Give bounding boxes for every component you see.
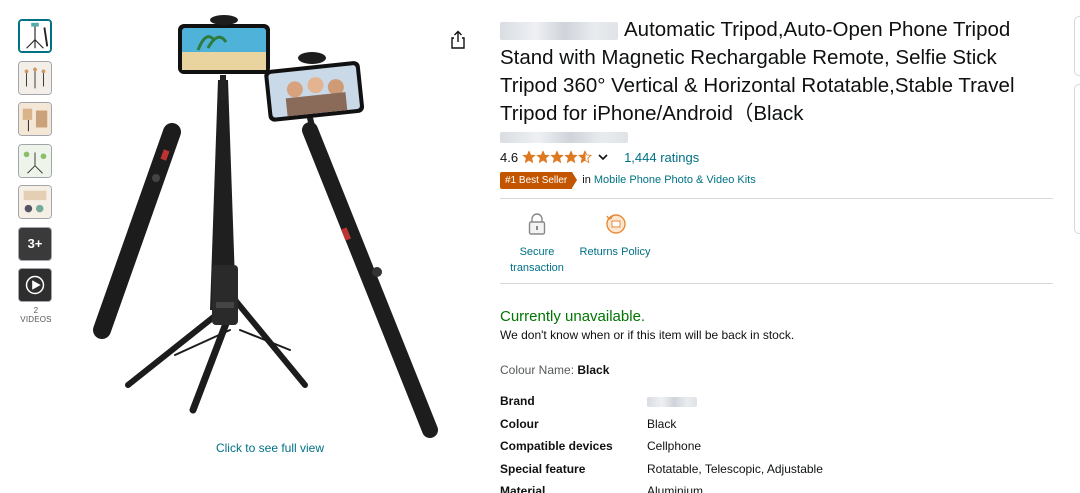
badge-category-link[interactable]: Mobile Phone Photo & Video Kits <box>594 174 756 186</box>
spec-row: Special feature Rotatable, Telescopic, A… <box>500 458 940 481</box>
spec-value <box>647 394 697 408</box>
spec-value: Aluminium <box>647 484 704 493</box>
thumbnail-1[interactable] <box>18 19 52 53</box>
brand-value-redacted <box>647 397 697 408</box>
colour-name: Colour Name: Black <box>500 363 1052 377</box>
spec-row: Compatible devices Cellphone <box>500 435 940 458</box>
share-icon[interactable] <box>449 30 467 50</box>
secure-transaction-label: Secure transaction <box>510 246 564 274</box>
colour-name-label: Colour Name: <box>500 363 575 377</box>
lock-icon <box>528 213 546 235</box>
thumbnail-3[interactable] <box>18 102 52 136</box>
star-rating[interactable] <box>522 150 593 164</box>
badge-category: in Mobile Phone Photo & Video Kits <box>582 174 755 186</box>
spec-value: Rotatable, Telescopic, Adjustable <box>647 461 823 476</box>
spec-key: Compatible devices <box>500 439 613 454</box>
product-title: Automatic Tripod,Auto-Open Phone Tripod … <box>500 16 1052 128</box>
spec-value: Black <box>647 416 677 431</box>
side-panel-edge[interactable] <box>1074 84 1080 234</box>
side-panel-edge[interactable] <box>1074 16 1080 76</box>
star-icon <box>522 150 536 164</box>
spec-key: Brand <box>500 394 535 409</box>
videos-label[interactable]: 2 VIDEOS <box>18 306 54 324</box>
full-view-link[interactable]: Click to see full view <box>180 441 360 455</box>
returns-icon <box>606 214 626 234</box>
brand-name-redacted <box>500 21 618 40</box>
store-link-redacted[interactable] <box>500 132 628 143</box>
thumbnail-more[interactable]: 3+ <box>18 226 52 261</box>
thumbnail-video[interactable] <box>18 268 52 302</box>
returns-policy[interactable]: Returns Policy <box>576 211 654 283</box>
thumbnail-2[interactable] <box>18 60 52 95</box>
star-icon <box>550 150 564 164</box>
star-icon <box>564 150 578 164</box>
returns-policy-label: Returns Policy <box>579 246 651 258</box>
more-images-label: 3+ <box>27 236 43 251</box>
spec-table: Brand Colour Black Compatible devices Ce… <box>500 390 940 493</box>
rating-row: 4.6 1,444 ratings <box>500 148 1052 166</box>
trust-badges: Secure transaction Returns Policy <box>500 199 1052 283</box>
best-seller-row: #1 Best Seller in Mobile Phone Photo & V… <box>500 171 1052 189</box>
spec-row: Material Aluminium <box>500 480 940 493</box>
badge-category-prefix: in <box>582 174 591 186</box>
availability-status: Currently unavailable. <box>500 308 646 325</box>
star-icon <box>536 150 550 164</box>
half-star-icon <box>578 150 593 164</box>
best-seller-badge[interactable]: #1 Best Seller <box>500 171 578 189</box>
spec-key: Special feature <box>500 461 586 476</box>
ratings-count-link[interactable]: 1,444 ratings <box>624 150 699 165</box>
secure-transaction[interactable]: Secure transaction <box>498 211 576 283</box>
rating-value: 4.6 <box>500 149 519 165</box>
main-product-image[interactable] <box>80 10 460 440</box>
chevron-down-icon[interactable] <box>596 150 610 164</box>
thumbnail-5[interactable] <box>18 185 52 219</box>
product-details: Automatic Tripod,Auto-Open Phone Tripod … <box>500 16 1053 493</box>
spec-key: Colour <box>500 416 539 431</box>
spec-row: Colour Black <box>500 413 940 436</box>
divider <box>500 283 1053 284</box>
availability-note: We don't know when or if this item will … <box>500 328 795 342</box>
thumbnail-strip: 3+ 2 VIDEOS <box>18 19 54 324</box>
spec-row: Brand <box>500 390 940 413</box>
colour-name-value: Black <box>577 363 610 377</box>
spec-value: Cellphone <box>647 439 702 454</box>
thumbnail-4[interactable] <box>18 143 52 178</box>
spec-key: Material <box>500 484 546 493</box>
